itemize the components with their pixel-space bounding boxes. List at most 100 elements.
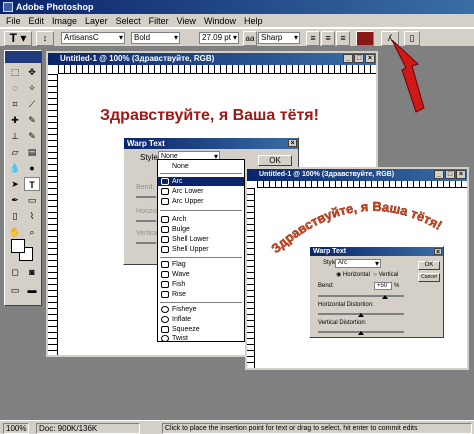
menu-window[interactable]: Window xyxy=(200,16,240,26)
maximize-icon[interactable]: □ xyxy=(354,54,364,63)
bend-value-input[interactable]: +50 xyxy=(374,282,392,290)
style-option-arc-lower[interactable]: Arc Lower xyxy=(158,187,244,196)
align-right-button[interactable]: ≡ xyxy=(336,31,350,46)
style-option-squeeze[interactable]: Squeeze xyxy=(158,325,244,334)
pen-tool-icon[interactable]: ✒ xyxy=(7,193,23,207)
style-option-arch[interactable]: Arch xyxy=(158,215,244,224)
style-select[interactable]: Arc xyxy=(335,259,381,268)
quick-mask-icon[interactable]: ◙ xyxy=(24,265,40,279)
style-option-flag[interactable]: Flag xyxy=(158,260,244,269)
ok-button[interactable]: OK xyxy=(258,155,292,166)
bend-slider-thumb[interactable] xyxy=(382,295,388,299)
clone-stamp-icon[interactable]: ⊥ xyxy=(7,129,23,143)
hand-tool-icon[interactable]: ✋ xyxy=(7,225,23,239)
shape-tool-icon[interactable]: ▭ xyxy=(24,193,40,207)
bend-slider[interactable] xyxy=(136,196,156,198)
font-style-select[interactable]: Bold xyxy=(131,32,180,44)
shell-upper-icon xyxy=(161,246,169,253)
menu-bar: File Edit Image Layer Select Filter View… xyxy=(0,14,474,28)
brush-tool-icon[interactable]: ✎ xyxy=(24,113,40,127)
separator xyxy=(160,210,242,211)
minimize-icon[interactable]: _ xyxy=(434,170,444,179)
horizontal-slider-thumb[interactable] xyxy=(358,313,364,317)
screen-mode-2-icon[interactable]: ▬ xyxy=(24,283,40,297)
close-icon[interactable]: × xyxy=(434,248,442,256)
style-option-label: Bulge xyxy=(172,226,190,233)
cancel-button[interactable]: Cancel xyxy=(418,273,440,282)
ok-button[interactable]: OK xyxy=(418,261,440,270)
slice-tool-icon[interactable]: ⟋ xyxy=(24,97,40,111)
blur-tool-icon[interactable]: 💧 xyxy=(7,161,23,175)
font-family-select[interactable]: ArtisansC xyxy=(61,32,125,44)
vertical-distortion-slider[interactable] xyxy=(136,242,156,244)
horizontal-radio[interactable]: ◉ Horizontal xyxy=(336,272,370,278)
style-option-bulge[interactable]: Bulge xyxy=(158,225,244,234)
menu-edit[interactable]: Edit xyxy=(25,16,49,26)
inflate-icon xyxy=(161,316,169,323)
eraser-tool-icon[interactable]: ▱ xyxy=(7,145,23,159)
arc-icon xyxy=(161,178,169,185)
crop-tool-icon[interactable]: ⌗ xyxy=(7,97,23,111)
menu-view[interactable]: View xyxy=(173,16,200,26)
standard-mode-icon[interactable]: ◻ xyxy=(7,265,23,279)
vertical-slider-thumb[interactable] xyxy=(358,331,364,335)
gradient-tool-icon[interactable]: ▤ xyxy=(24,145,40,159)
style-option-shell-lower[interactable]: Shell Lower xyxy=(158,235,244,244)
antialias-select[interactable]: Sharp xyxy=(258,32,300,44)
document-2-title: Untitled-1 @ 100% (Здравствуйте, RGB) xyxy=(259,171,395,178)
close-icon[interactable]: × xyxy=(288,139,297,147)
style-option-shell-upper[interactable]: Shell Upper xyxy=(158,245,244,254)
zoom-field[interactable]: 100% xyxy=(3,423,29,434)
canvas-headline-text[interactable]: Здравствуйте, я Ваша тётя! xyxy=(100,107,319,125)
style-option-none[interactable]: None xyxy=(158,162,244,171)
maximize-icon[interactable]: □ xyxy=(445,170,455,179)
menu-help[interactable]: Help xyxy=(240,16,267,26)
style-option-fish[interactable]: Fish xyxy=(158,280,244,289)
marquee-tool-icon[interactable]: ⬚ xyxy=(7,65,23,79)
healing-brush-icon[interactable]: ✚ xyxy=(7,113,23,127)
vertical-radio[interactable]: ○ Vertical xyxy=(373,272,398,278)
style-option-arc[interactable]: Arc xyxy=(158,177,244,186)
style-option-arc-upper[interactable]: Arc Upper xyxy=(158,197,244,206)
text-orientation-button[interactable]: ↕ xyxy=(36,31,54,46)
zoom-tool-icon[interactable]: ⌕ xyxy=(24,225,40,239)
status-hint: Click to place the insertion point for t… xyxy=(162,423,472,434)
foreground-color-swatch[interactable] xyxy=(11,239,25,253)
style-option-rise[interactable]: Rise xyxy=(158,290,244,299)
style-option-wave[interactable]: Wave xyxy=(158,270,244,279)
menu-layer[interactable]: Layer xyxy=(81,16,112,26)
document-size-field: Doc: 900K/136K xyxy=(36,423,140,434)
text-color-swatch[interactable] xyxy=(356,31,374,46)
menu-file[interactable]: File xyxy=(2,16,25,26)
menu-select[interactable]: Select xyxy=(112,16,145,26)
style-option-inflate[interactable]: Inflate xyxy=(158,315,244,324)
style-option-fisheye[interactable]: Fisheye xyxy=(158,305,244,314)
dodge-tool-icon[interactable]: ● xyxy=(24,161,40,175)
style-option-label: Rise xyxy=(172,291,187,298)
warp-dialog-2-title: Warp Text xyxy=(313,248,347,255)
squeeze-icon xyxy=(161,326,169,333)
notes-tool-icon[interactable]: ▯ xyxy=(7,209,23,223)
close-icon[interactable]: × xyxy=(365,54,375,63)
font-size-select[interactable]: 27.09 pt xyxy=(199,32,239,44)
minimize-icon[interactable]: _ xyxy=(343,54,353,63)
flag-icon xyxy=(161,261,169,268)
history-brush-icon[interactable]: ✎ xyxy=(24,129,40,143)
text-tool-preset-button[interactable]: T ▾ xyxy=(4,31,32,46)
menu-image[interactable]: Image xyxy=(48,16,81,26)
magic-wand-icon[interactable]: ✧ xyxy=(24,81,40,95)
menu-filter[interactable]: Filter xyxy=(145,16,173,26)
path-select-icon[interactable]: ➤ xyxy=(7,177,23,191)
style-option-label: Shell Lower xyxy=(172,236,209,243)
screen-mode-1-icon[interactable]: ▭ xyxy=(7,283,23,297)
bend-slider[interactable] xyxy=(318,295,404,297)
close-icon[interactable]: × xyxy=(456,170,466,179)
lasso-tool-icon[interactable]: ◌ xyxy=(7,81,23,95)
eyedropper-icon[interactable]: ⌇ xyxy=(24,209,40,223)
move-tool-icon[interactable]: ✥ xyxy=(24,65,40,79)
style-option-twist[interactable]: Twist xyxy=(158,334,244,343)
align-left-button[interactable]: ≡ xyxy=(306,31,320,46)
type-tool-icon[interactable]: T xyxy=(24,177,40,191)
align-center-button[interactable]: ≡ xyxy=(321,31,335,46)
horizontal-distortion-slider[interactable] xyxy=(136,220,156,222)
